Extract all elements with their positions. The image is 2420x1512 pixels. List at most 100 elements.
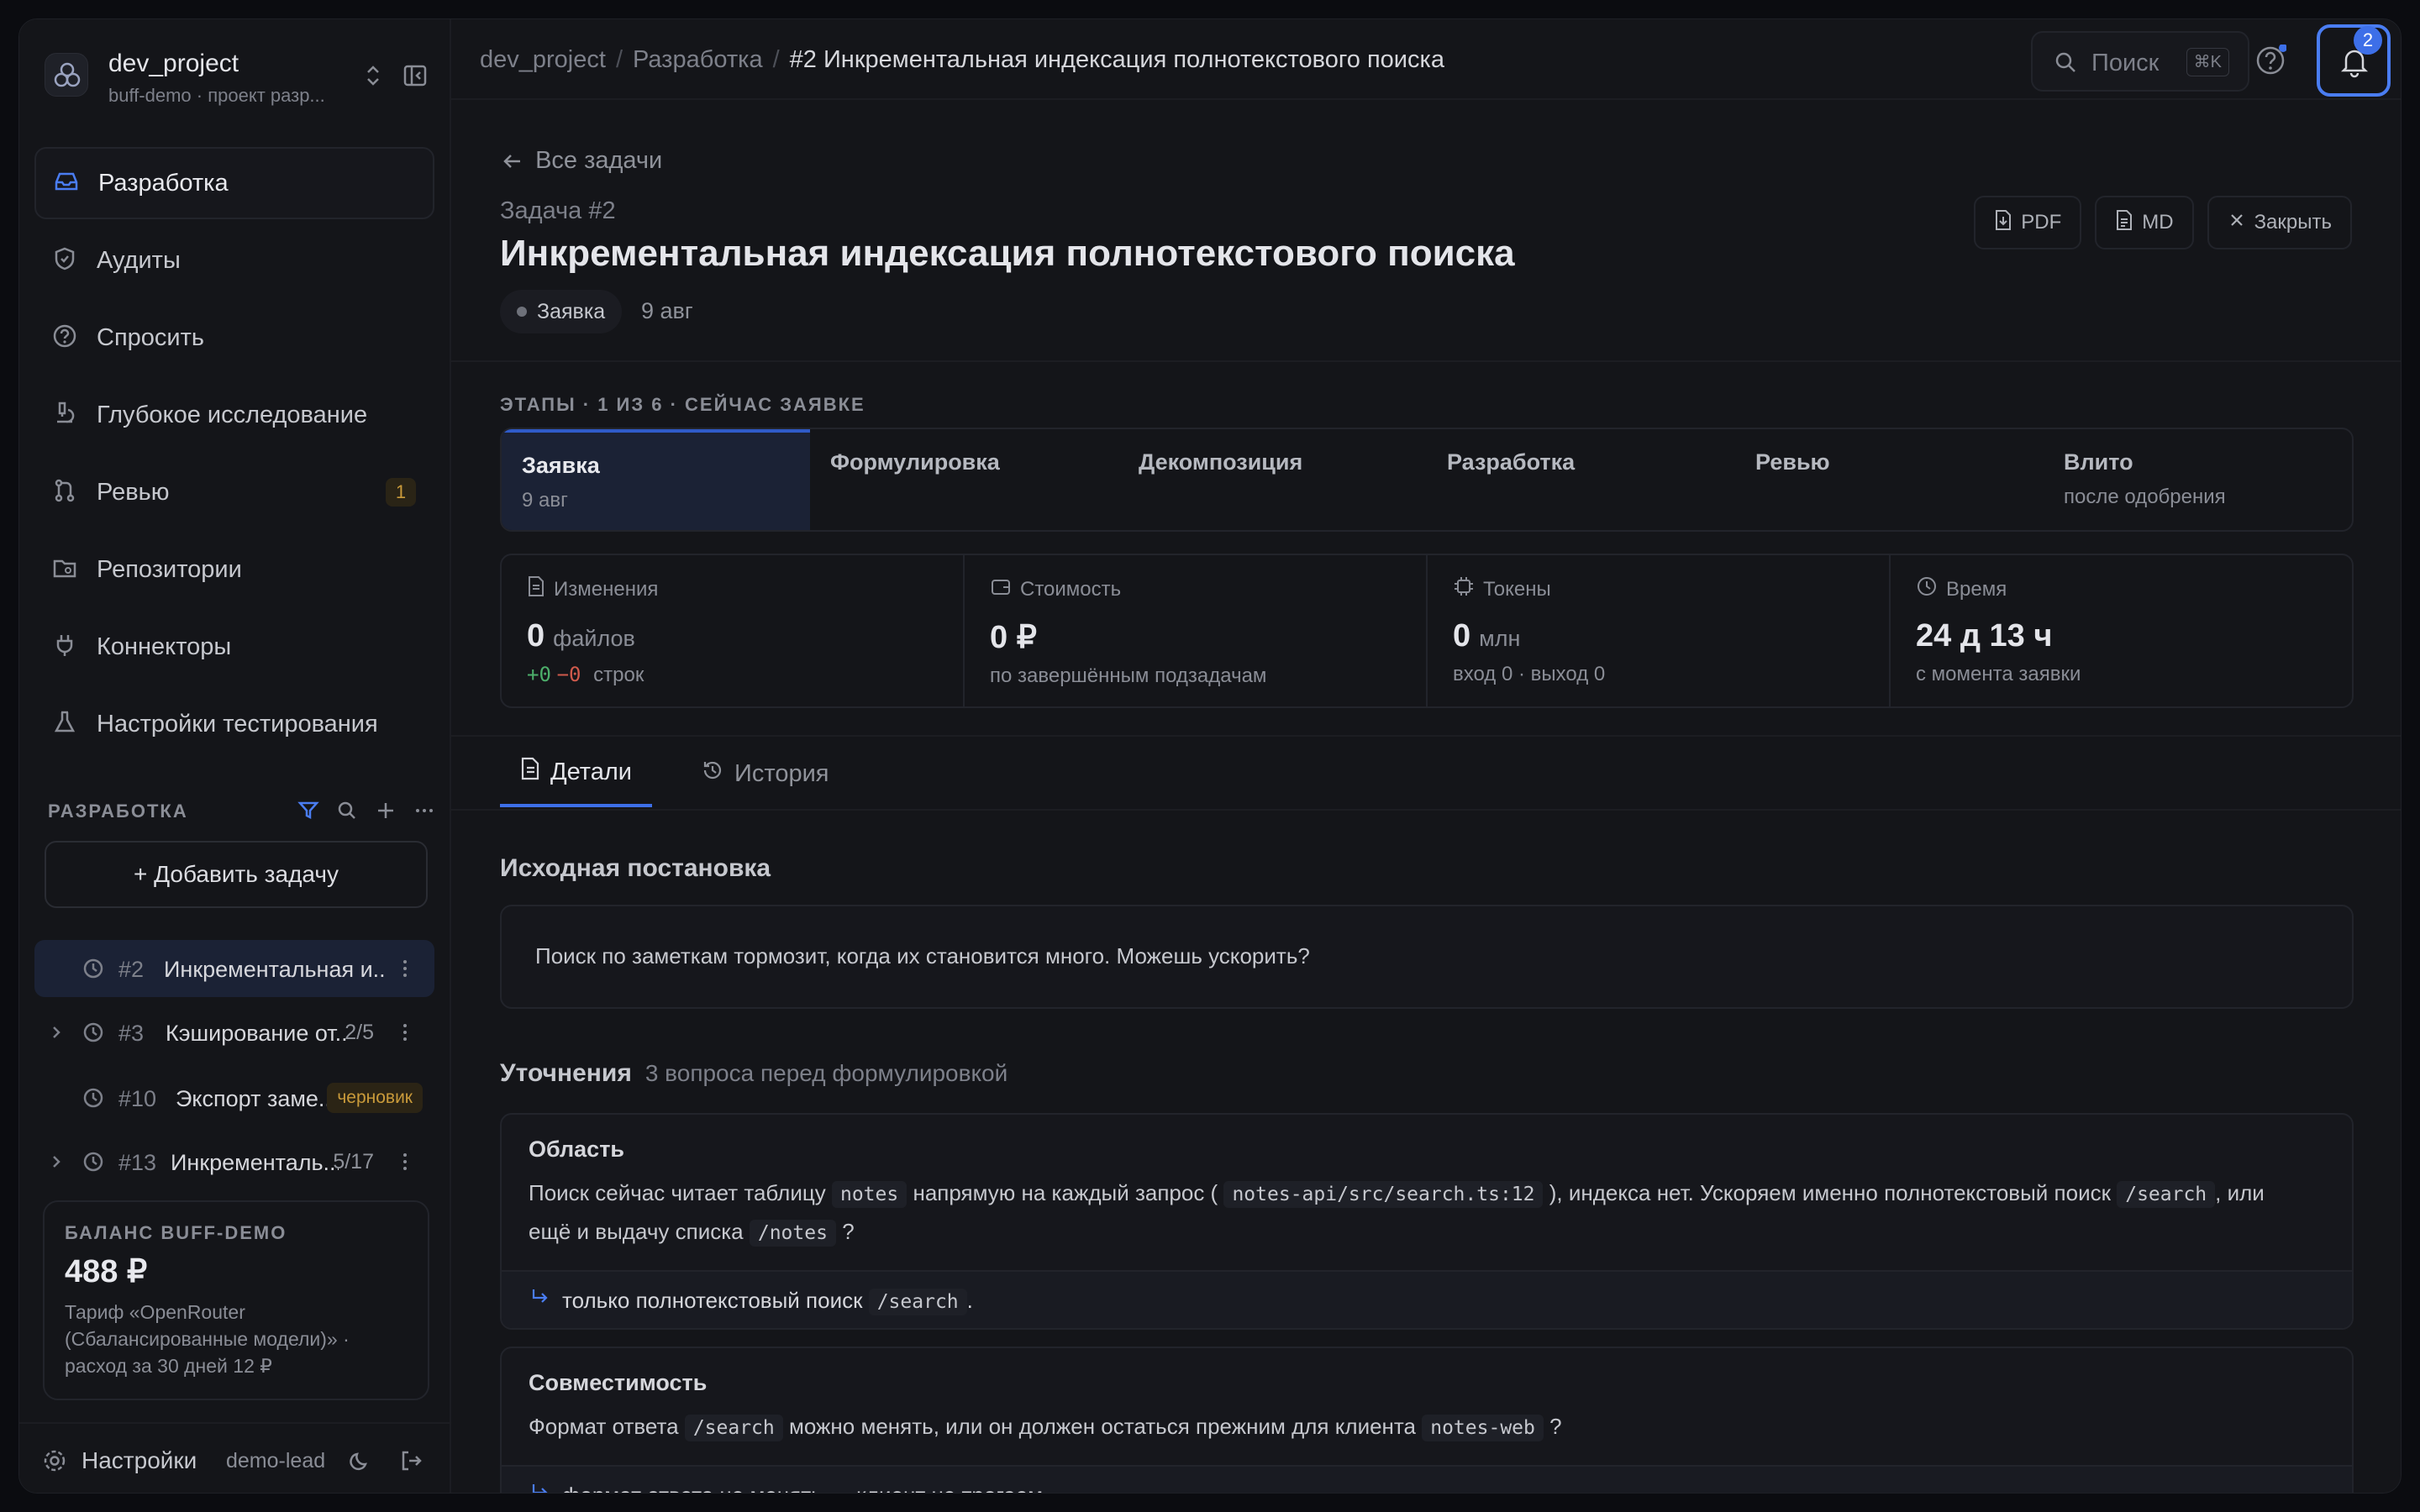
help-icon[interactable] [2254, 44, 2287, 81]
balance-desc: Тариф «OpenRouter [65, 1301, 245, 1323]
shield-icon [51, 245, 78, 276]
plus-icon[interactable] [374, 799, 397, 827]
stage-tracker: Заявка 9 авг Формулировка Декомпозиция Ра… [500, 428, 2354, 532]
pdf-label: PDF [2021, 211, 2062, 234]
nav-repositories[interactable]: Репозитории [34, 533, 434, 606]
task-title: Инкрементальная индексация полнотекстово… [500, 233, 1515, 274]
subtask-count: 2/5 [345, 1021, 374, 1044]
logout-icon[interactable] [399, 1449, 423, 1477]
answer-text: формат ответа не менять — клиент не трог… [562, 1483, 1049, 1493]
file-text-icon [520, 757, 540, 787]
project-subtitle: buff-demo · проект разр... [108, 85, 325, 106]
nav-audits[interactable]: Аудиты [34, 224, 434, 297]
search-placeholder: Поиск [2091, 50, 2160, 76]
clarifications-note: 3 вопроса перед формулировкой [644, 1060, 1008, 1086]
task-number: #2 [118, 957, 145, 982]
question-body: Формат ответа /search можно менять, или … [529, 1408, 2325, 1446]
search-icon[interactable] [335, 799, 359, 827]
nav-label: Глубокое исследование [97, 401, 368, 428]
more-vertical-icon[interactable] [399, 1150, 411, 1178]
sidebar: dev_project buff-demo · проект разр... Р… [19, 19, 451, 1493]
question-title: Область [529, 1137, 625, 1162]
notifications-button[interactable]: 2 [2317, 24, 2391, 97]
stat-foot: вход 0 · выход 0 [1453, 663, 1606, 685]
task-item-10[interactable]: #10 Экспорт заме... черновик [34, 1069, 434, 1126]
nav-review[interactable]: Ревью 1 [34, 456, 434, 528]
stage-review[interactable]: Ревью [1735, 429, 2044, 530]
lines-removed: −0 [556, 663, 581, 686]
more-horizontal-icon[interactable] [413, 799, 436, 827]
app-window: dev_project buff-demo · проект разр... Р… [18, 18, 2402, 1494]
nav-ask[interactable]: Спросить [34, 302, 434, 374]
stat-label: Стоимость [1020, 577, 1122, 601]
task-item-2[interactable]: #2 Инкрементальная и... [34, 940, 434, 997]
tab-label: История [734, 759, 829, 787]
reply-arrow-icon [529, 1482, 550, 1493]
stat-label: Токены [1483, 577, 1551, 601]
task-title: Экспорт заме... [176, 1086, 335, 1111]
review-count-badge: 1 [386, 478, 416, 507]
main-content: Все задачи Задача #2 Инкрементальная инд… [451, 100, 2401, 1493]
clock-icon [82, 1086, 105, 1114]
chevron-updown-icon [364, 63, 382, 92]
tab-details[interactable]: Детали [500, 740, 653, 807]
tab-history[interactable]: История [681, 740, 849, 807]
settings-link[interactable]: Настройки [82, 1447, 197, 1474]
more-vertical-icon[interactable] [399, 957, 411, 984]
question-icon [51, 323, 78, 354]
section-title: РАЗРАБОТКА [48, 801, 188, 822]
nav-deep-research[interactable]: Глубокое исследование [34, 379, 434, 451]
moon-icon[interactable] [349, 1449, 372, 1477]
nav-label: Репозитории [97, 555, 242, 583]
task-number: #13 [118, 1150, 157, 1175]
section-toolbar [297, 799, 436, 827]
stage-formulation[interactable]: Формулировка [810, 429, 1118, 530]
answer: формат ответа не менять — клиент не трог… [502, 1465, 2352, 1493]
task-number: #10 [118, 1086, 157, 1111]
tab-label: Детали [550, 758, 633, 785]
search-icon [2053, 50, 2078, 79]
filter-icon[interactable] [297, 799, 320, 827]
nav-label: Ревью [97, 478, 170, 506]
stage-development[interactable]: Разработка [1427, 429, 1735, 530]
plug-icon [51, 632, 78, 663]
task-item-3[interactable]: #3 Кэширование от... 2/5 [34, 1004, 434, 1061]
stage-merged[interactable]: Влито после одобрения [2044, 429, 2352, 530]
nav-connectors[interactable]: Коннекторы [34, 611, 434, 683]
project-switcher[interactable]: dev_project buff-demo · проект разр... [45, 45, 431, 107]
back-link[interactable]: Все задачи [502, 147, 662, 175]
microscope-icon [51, 400, 78, 431]
breadcrumb: dev_project / Разработка / #2 Инкрементальна… [480, 46, 1444, 73]
lines-added: +0 [527, 663, 551, 686]
stage-decomposition[interactable]: Декомпозиция [1118, 429, 1427, 530]
nav-development[interactable]: Разработка [34, 147, 434, 219]
arrow-left-icon [502, 147, 523, 174]
breadcrumb-item[interactable]: Разработка [633, 46, 763, 73]
nav-testing-settings[interactable]: Настройки тестирования [34, 688, 434, 760]
close-label: Закрыть [2254, 211, 2332, 234]
chevron-right-icon[interactable] [46, 1152, 66, 1176]
subtask-count: 5/17 [333, 1150, 374, 1173]
answer: только полнотекстовый поиск /search. [502, 1270, 2352, 1328]
task-item-13[interactable]: #13 Инкременталь... 5/17 [34, 1133, 434, 1190]
stage-request[interactable]: Заявка 9 авг [502, 429, 810, 530]
gear-icon[interactable] [41, 1447, 68, 1478]
close-task-button[interactable]: Закрыть [2207, 196, 2352, 249]
add-task-button[interactable]: + Добавить задачу [45, 841, 428, 908]
stat-value: 24 д 13 ч [1916, 618, 2053, 654]
chevron-right-icon[interactable] [46, 1022, 66, 1047]
beaker-icon [51, 709, 78, 740]
reply-arrow-icon [529, 1287, 550, 1315]
export-md-button[interactable]: MD [2095, 196, 2194, 249]
topbar: dev_project / Разработка / #2 Инкрементальна… [451, 19, 2401, 100]
stage-name: Заявка [522, 453, 600, 478]
stage-sub: 9 авг [522, 489, 568, 512]
question-body: Поиск сейчас читает таблицу notes напрям… [529, 1174, 2325, 1252]
stat-time: Время 24 д 13 ч с момента заявки [1891, 555, 2352, 706]
stage-name: Разработка [1447, 449, 1576, 475]
more-vertical-icon[interactable] [399, 1021, 411, 1048]
sidebar-collapse-icon[interactable] [402, 63, 428, 92]
export-pdf-button[interactable]: PDF [1974, 196, 2082, 249]
breadcrumb-item[interactable]: dev_project [480, 46, 606, 73]
search-box[interactable]: Поиск ⌘K [2031, 31, 2249, 92]
